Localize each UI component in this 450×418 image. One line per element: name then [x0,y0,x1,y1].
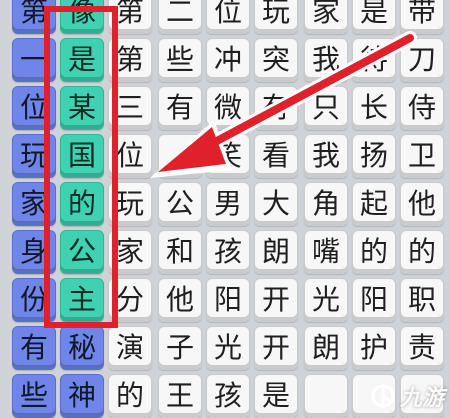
grid-tile[interactable]: 的 [352,230,396,274]
grid-tile[interactable] [158,134,202,178]
grid-tile[interactable]: 和 [158,230,202,274]
grid-tile[interactable]: 他 [400,182,444,226]
grid-tile[interactable]: 有 [12,326,56,370]
grid-tile[interactable]: 长 [352,86,396,130]
grid-tile[interactable]: 扬 [352,134,396,178]
grid-tile[interactable]: 玩 [12,134,56,178]
grid-tile[interactable]: 王 [158,374,202,418]
grid-tile[interactable]: 角 [304,182,348,226]
grid-tile[interactable]: 职 [400,278,444,322]
grid-tile[interactable]: 是 [352,0,396,34]
grid-tile[interactable]: 演 [108,326,152,370]
grid-tile[interactable]: 分 [108,278,152,322]
grid-tile[interactable]: 像 [60,0,104,34]
grid-tile[interactable]: 些 [12,374,56,418]
grid-tile[interactable]: 有 [158,86,202,130]
grid-tile[interactable]: 家 [12,182,56,226]
grid-tile[interactable]: 我 [304,134,348,178]
grid-tile[interactable]: 一 [12,38,56,82]
grid-tile[interactable]: 子 [158,326,202,370]
grid-tile[interactable]: 嘴 [304,230,348,274]
grid-tile[interactable]: 男 [206,182,250,226]
grid-tile[interactable]: 孩 [206,374,250,418]
grid-tile[interactable]: 阳 [352,278,396,322]
grid-tile[interactable]: 看 [254,134,298,178]
grid-tile[interactable]: 冲 [206,38,250,82]
grid-tile[interactable]: 带 [400,0,444,34]
nine-game-logo-icon [371,384,395,408]
grid-tile[interactable]: 阳 [206,278,250,322]
grid-tile[interactable]: 他 [158,278,202,322]
grid-tile[interactable]: 位 [206,0,250,34]
grid-tile[interactable]: 家 [108,230,152,274]
grid-tile[interactable]: 份 [12,278,56,322]
grid-tile[interactable]: 有 [254,86,298,130]
grid-tile[interactable]: 刀 [400,38,444,82]
watermark: 九游 [370,380,444,412]
grid-tile[interactable]: 的 [108,374,152,418]
watermark-text: 九游 [399,386,444,411]
grid-tile[interactable]: 起 [352,182,396,226]
grid-tile[interactable]: 光 [304,278,348,322]
grid-tile[interactable]: 二 [158,0,202,34]
grid-tile[interactable]: 是 [254,374,298,418]
grid-tile[interactable]: 开 [254,326,298,370]
grid-tile[interactable]: 第 [108,0,152,34]
grid-tile[interactable] [304,374,348,418]
grid-tile[interactable]: 的 [400,230,444,274]
grid-tile[interactable]: 三 [108,86,152,130]
grid-tile[interactable]: 大 [254,182,298,226]
grid-tile[interactable]: 侍 [400,86,444,130]
grid-tile[interactable]: 笑 [206,134,250,178]
grid-tile[interactable]: 玩 [254,0,298,34]
grid-tile[interactable]: 第 [12,0,56,34]
grid-tile[interactable]: 主 [60,278,104,322]
grid-tile[interactable]: 国 [60,134,104,178]
grid-tile[interactable]: 第 [108,38,152,82]
grid-tile[interactable]: 位 [12,86,56,130]
grid-tile[interactable]: 家 [304,0,348,34]
grid-tile[interactable]: 朗 [254,230,298,274]
grid-tile[interactable]: 些 [158,38,202,82]
game-board: 第像第二位玩家是带一是第些冲突我待刀位某三有微有只长侍玩国位笑看我扬卫家的玩公男… [0,0,450,418]
grid-tile[interactable]: 玩 [108,182,152,226]
grid-tile[interactable]: 待 [352,38,396,82]
grid-tile[interactable]: 的 [60,182,104,226]
grid-tile[interactable]: 只 [304,86,348,130]
grid-tile[interactable]: 光 [206,326,250,370]
grid-tile[interactable]: 突 [254,38,298,82]
grid-tile[interactable]: 孩 [206,230,250,274]
grid-tile[interactable]: 秘 [60,326,104,370]
grid-tile[interactable]: 公 [60,230,104,274]
grid-tile[interactable]: 公 [158,182,202,226]
grid-tile[interactable]: 微 [206,86,250,130]
grid-tile[interactable]: 开 [254,278,298,322]
grid-tile[interactable]: 护 [352,326,396,370]
grid-tile[interactable]: 某 [60,86,104,130]
grid-tile[interactable]: 卫 [400,134,444,178]
grid-tile[interactable]: 朗 [304,326,348,370]
grid-tile[interactable]: 身 [12,230,56,274]
grid-tile[interactable]: 位 [108,134,152,178]
grid-tile[interactable]: 是 [60,38,104,82]
grid-tile[interactable]: 责 [400,326,444,370]
grid-tile[interactable]: 神 [60,374,104,418]
grid-tile[interactable]: 我 [304,38,348,82]
